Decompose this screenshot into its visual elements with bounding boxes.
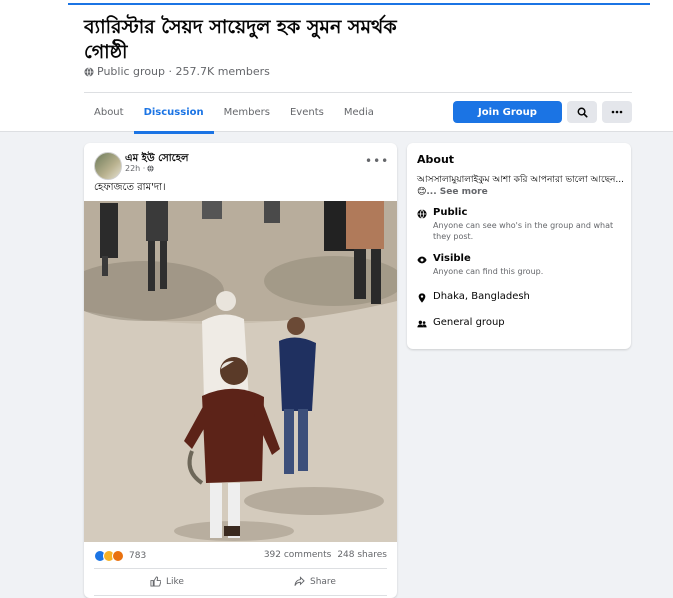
tab-events[interactable]: Events: [280, 98, 334, 131]
share-count[interactable]: 248 shares: [337, 550, 387, 560]
share-label: Share: [310, 576, 336, 587]
post-card: এম ইউ সোহেল 22h · ••• হেফাজতে রাম'দা। 78…: [84, 143, 397, 598]
globe-icon: [417, 209, 427, 219]
tab-media[interactable]: Media: [334, 98, 384, 131]
header-divider: [84, 92, 632, 93]
more-options-button[interactable]: [602, 101, 632, 123]
tab-members[interactable]: Members: [214, 98, 280, 131]
author-avatar[interactable]: [94, 152, 122, 180]
group-header: ব্যারিস্টার সৈয়দ সায়েদুল হক সুমন সমর্থ…: [0, 0, 673, 134]
public-title: Public: [433, 207, 468, 218]
public-description: Anyone can see who's in the group and wh…: [433, 221, 614, 241]
search-icon: [577, 107, 588, 118]
post-photo[interactable]: [84, 201, 397, 542]
group-location: Dhaka, Bangladesh: [417, 291, 530, 303]
privacy-public: Public Anyone can see who's in the group…: [417, 207, 623, 242]
reaction-summary[interactable]: 783: [94, 550, 146, 562]
post-time[interactable]: 22h ·: [125, 164, 145, 173]
more-horizontal-icon: [611, 110, 623, 114]
about-card: About আসসালামুয়ালাইকুম আশা করি আপনারা ভ…: [407, 143, 631, 349]
about-description: আসসালামুয়ালাইকুম আশা করি আপনারা ভালো আছ…: [417, 174, 627, 198]
reaction-count: 783: [129, 551, 147, 561]
category-text: General group: [433, 317, 505, 328]
globe-icon: [84, 66, 94, 77]
share-button[interactable]: Share: [294, 576, 336, 587]
join-group-button[interactable]: Join Group: [453, 101, 562, 123]
thumbs-up-icon: [150, 576, 161, 587]
tab-about[interactable]: About: [84, 98, 134, 131]
post-timestamp: 22h ·: [125, 164, 154, 173]
group-title[interactable]: ব্যারিস্টার সৈয়দ সায়েদুল হক সুমন সমর্থ…: [84, 15, 414, 65]
location-text: Dhaka, Bangladesh: [433, 291, 530, 302]
cover-edge: [68, 3, 650, 5]
post-divider-bottom: [94, 595, 387, 596]
angry-reaction-icon: [112, 550, 124, 562]
engagement-counts: 392 comments 248 shares: [264, 550, 387, 560]
group-category: General group: [417, 317, 505, 329]
like-button[interactable]: Like: [150, 576, 184, 587]
post-text: হেফাজতে রাম'দা।: [94, 182, 166, 193]
post-more-icon[interactable]: •••: [365, 154, 389, 168]
group-tabs: About Discussion Members Events Media: [84, 98, 384, 134]
like-label: Like: [166, 576, 184, 587]
tab-discussion[interactable]: Discussion: [133, 98, 214, 134]
group-meta-text: Public group · 257.7K members: [97, 65, 270, 78]
comment-count[interactable]: 392 comments: [264, 550, 332, 560]
location-pin-icon: [418, 293, 426, 303]
globe-icon: [147, 165, 154, 172]
see-more-link[interactable]: ... See more: [426, 187, 487, 197]
search-button[interactable]: [567, 101, 597, 123]
people-icon: [417, 320, 427, 328]
street-scene-photo: [84, 201, 397, 542]
share-arrow-icon: [294, 576, 305, 586]
visible-title: Visible: [433, 253, 471, 264]
visible-description: Anyone can find this group.: [433, 267, 544, 276]
about-title: About: [417, 153, 455, 166]
post-divider: [94, 568, 387, 569]
eye-icon: [417, 256, 427, 264]
group-meta: Public group · 257.7K members: [84, 65, 270, 78]
visibility-visible: Visible Anyone can find this group.: [417, 253, 623, 277]
